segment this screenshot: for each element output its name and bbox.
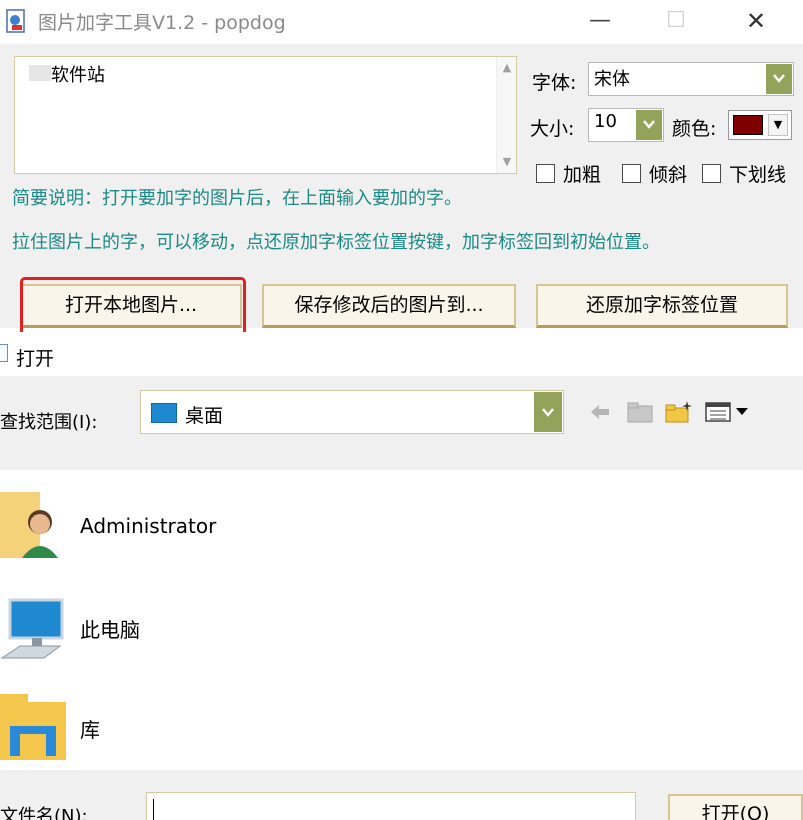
- color-dropdown-arrow-icon[interactable]: ▼: [768, 114, 788, 136]
- color-swatch: [733, 115, 763, 135]
- document-icon: [0, 344, 8, 362]
- list-item[interactable]: Administrator: [0, 470, 803, 570]
- look-in-label: 查找范围(I):: [0, 412, 98, 433]
- open-dialog-title: 打开: [16, 348, 55, 370]
- italic-checkbox-label: 倾斜: [649, 164, 688, 186]
- minimize-button[interactable]: —: [580, 6, 620, 36]
- file-list: Administrator 此电脑 库: [0, 470, 803, 770]
- italic-checkbox[interactable]: 倾斜: [622, 160, 687, 187]
- computer-icon: [0, 598, 64, 659]
- bold-checkbox-label: 加粗: [563, 164, 602, 186]
- list-item[interactable]: 库: [0, 670, 803, 770]
- look-in-select[interactable]: 桌面: [140, 390, 564, 434]
- list-item[interactable]: 此电脑: [0, 570, 803, 670]
- chevron-down-icon[interactable]: [766, 64, 792, 94]
- font-select[interactable]: 宋体: [588, 62, 794, 96]
- image-text-tool-window: 图片加字工具V1.2 - popdog — ☐ ✕ 软件站 ▲ ▼ 字体: 宋体…: [0, 0, 803, 337]
- chevron-down-icon[interactable]: [534, 392, 562, 432]
- text-input-area[interactable]: 软件站 ▲ ▼: [14, 56, 517, 174]
- text-caret: [153, 799, 154, 820]
- save-image-button[interactable]: 保存修改后的图片到...: [262, 284, 516, 328]
- color-picker[interactable]: ▼: [728, 110, 792, 140]
- scroll-down-arrow-icon[interactable]: ▼: [500, 155, 514, 169]
- color-label: 颜色:: [672, 118, 717, 140]
- filename-label: 文件名(N):: [0, 806, 88, 820]
- back-arrow-icon[interactable]: [588, 400, 612, 424]
- list-item-name: 此电脑: [80, 618, 140, 642]
- app-icon: [6, 9, 25, 33]
- list-item-name: 库: [80, 718, 100, 742]
- desktop-icon: [151, 403, 177, 423]
- window-title: 图片加字工具V1.2 - popdog: [38, 12, 286, 34]
- underline-checkbox[interactable]: 下划线: [702, 160, 786, 187]
- hint-line-2: 拉住图片上的字，可以移动，点还原加字标签位置按键，加字标签回到初始位置。: [12, 232, 660, 253]
- font-select-value: 宋体: [594, 69, 630, 90]
- highlight-annotation: [20, 277, 246, 337]
- open-dialog-title-bar: 打开: [0, 332, 803, 376]
- chevron-down-icon[interactable]: [636, 110, 662, 140]
- look-in-value: 桌面: [185, 405, 224, 427]
- library-folder-icon: [0, 694, 66, 760]
- title-bar: 图片加字工具V1.2 - popdog — ☐ ✕: [0, 0, 803, 44]
- bold-checkbox-box[interactable]: [536, 164, 555, 183]
- up-folder-icon[interactable]: [626, 400, 654, 424]
- look-in-panel: 查找范围(I): 桌面: [0, 376, 803, 470]
- size-select[interactable]: 10: [588, 108, 664, 142]
- new-folder-icon[interactable]: [664, 400, 694, 424]
- size-label: 大小:: [530, 118, 575, 140]
- font-label: 字体:: [532, 72, 577, 94]
- hint-line-1: 简要说明：打开要加字的图片后，在上面输入要加的字。: [12, 188, 462, 209]
- filename-panel: 文件名(N): 打开(O): [0, 770, 803, 820]
- scroll-up-arrow-icon[interactable]: ▲: [500, 61, 514, 75]
- user-folder-icon: [0, 492, 58, 558]
- underline-checkbox-box[interactable]: [702, 164, 721, 183]
- screenshot-root: 图片加字工具V1.2 - popdog — ☐ ✕ 软件站 ▲ ▼ 字体: 宋体…: [0, 0, 803, 820]
- dialog-open-button[interactable]: 打开(O): [668, 794, 803, 820]
- size-select-value: 10: [594, 111, 617, 132]
- list-item-name: Administrator: [80, 514, 217, 538]
- restore-label-position-button[interactable]: 还原加字标签位置: [536, 284, 788, 328]
- text-input-content: 软件站: [51, 65, 105, 86]
- underline-checkbox-label: 下划线: [729, 164, 787, 186]
- view-menu-icon[interactable]: [704, 400, 756, 424]
- vertical-scrollbar[interactable]: ▲ ▼: [496, 57, 516, 173]
- italic-checkbox-box[interactable]: [622, 164, 641, 183]
- bold-checkbox[interactable]: 加粗: [536, 160, 601, 187]
- filename-input[interactable]: [146, 792, 636, 820]
- blurred-text: [29, 65, 51, 81]
- close-button[interactable]: ✕: [736, 6, 776, 36]
- maximize-button[interactable]: ☐: [656, 6, 696, 36]
